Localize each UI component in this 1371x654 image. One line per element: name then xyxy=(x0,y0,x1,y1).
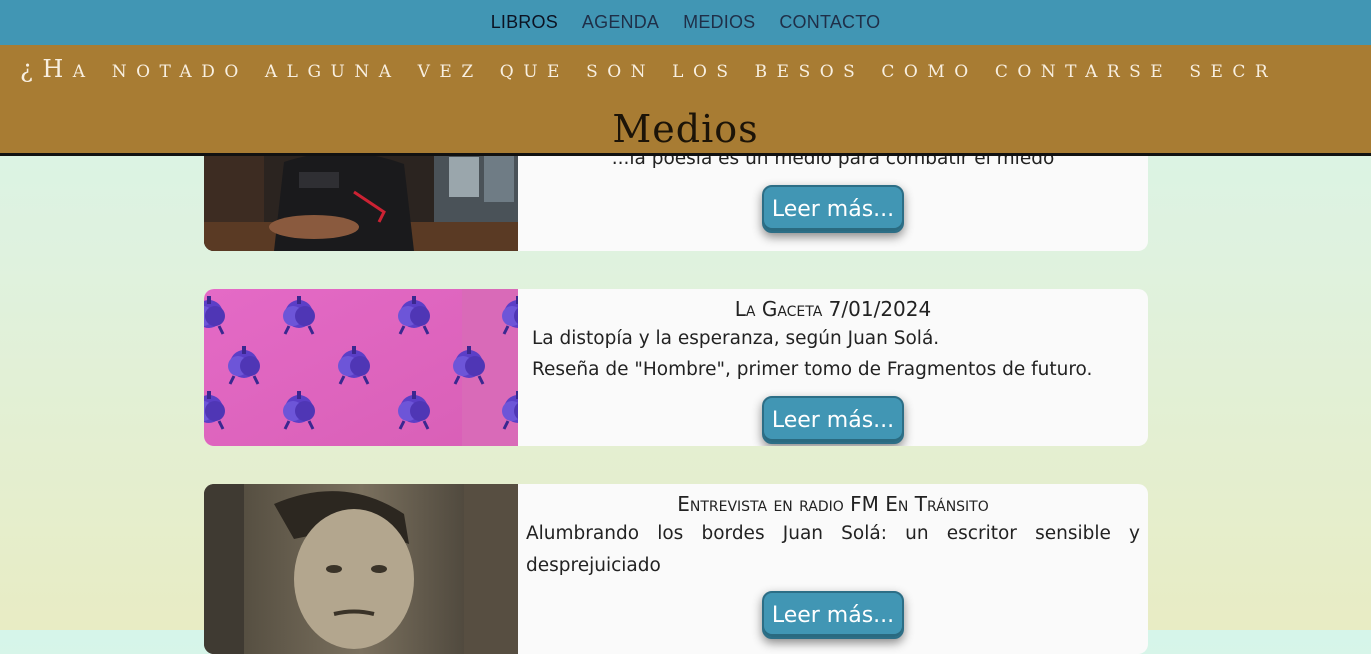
card-description-line: La distopía y la esperanza, según Juan S… xyxy=(532,328,940,349)
read-more-button[interactable]: Leer más... xyxy=(762,396,904,444)
card-content: Entrevista en radio FM En Tránsito Alumb… xyxy=(518,484,1148,654)
nav-contacto[interactable]: CONTACTO xyxy=(779,12,880,33)
read-more-button[interactable]: Leer más... xyxy=(762,185,904,233)
read-more-button[interactable]: Leer más... xyxy=(762,591,904,639)
card-thumbnail-image xyxy=(204,289,518,446)
card-thumbnail-image xyxy=(204,484,518,654)
media-card: La Gaceta 7/01/2024 La distopía y la esp… xyxy=(204,289,1148,446)
card-title: La Gaceta 7/01/2024 xyxy=(734,297,932,321)
top-navigation: LIBROS AGENDA MEDIOS CONTACTO xyxy=(0,0,1371,45)
scrolling-quote: ¿Ha notado alguna vez que son los besos … xyxy=(20,55,1278,83)
card-content: La Gaceta 7/01/2024 La distopía y la esp… xyxy=(518,289,1148,446)
media-card: Entrevista en radio FM En Tránsito Alumb… xyxy=(204,484,1148,654)
nav-medios[interactable]: MEDIOS xyxy=(683,12,755,33)
card-description-line: Reseña de "Hombre", primer tomo de Fragm… xyxy=(532,359,1093,380)
page-title: Medios xyxy=(612,107,759,151)
nav-agenda[interactable]: AGENDA xyxy=(582,12,659,33)
nav-libros[interactable]: LIBROS xyxy=(491,12,558,33)
card-description: Alumbrando los bordes Juan Solá: un escr… xyxy=(526,523,1140,576)
card-title: Entrevista en radio FM En Tránsito xyxy=(677,492,989,516)
header-banner: ¿Ha notado alguna vez que son los besos … xyxy=(0,45,1371,156)
